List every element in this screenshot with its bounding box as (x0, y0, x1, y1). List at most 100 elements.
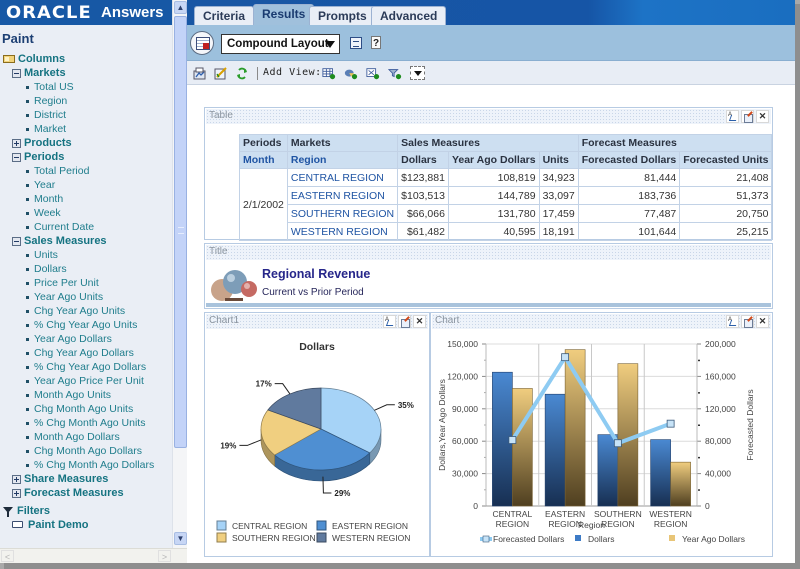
tree-column-item[interactable]: Week (0, 206, 172, 220)
tree-column-item[interactable]: Market (0, 122, 172, 136)
units-cell: 18,191 (538, 222, 579, 241)
scroll-thumb[interactable] (174, 16, 187, 448)
tree-column-item[interactable]: Chg Month Ago Units (0, 402, 172, 416)
tree-folder-item[interactable]: Sales Measures (0, 234, 172, 248)
tree-item-label: Week (34, 207, 61, 219)
tree-root-item[interactable]: Columns (0, 52, 172, 66)
legend-label: SOUTHERN REGION (232, 533, 316, 543)
tree-column-item[interactable]: Units (0, 248, 172, 262)
x-axis-title: Region (578, 520, 605, 530)
tree-folder-item[interactable]: Markets (0, 66, 172, 80)
tree-column-item[interactable]: Price Per Unit (0, 276, 172, 290)
tree-column-item[interactable]: Month Ago Dollars (0, 430, 172, 444)
product-name: Answers (101, 4, 164, 21)
table-row: 2/1/2002 CENTRAL REGION $123,881 108,819… (239, 168, 773, 241)
filters-header[interactable]: Filters (0, 504, 89, 518)
tree-column-item[interactable]: Month Ago Units (0, 388, 172, 402)
close-view-icon[interactable]: ✕ (413, 315, 426, 328)
close-view-icon[interactable]: ✕ (756, 315, 769, 328)
scroll-up-arrow-icon[interactable]: ▲ (174, 1, 187, 14)
y2-minor-tick (698, 359, 700, 362)
tree-column-item[interactable]: Year (0, 178, 172, 192)
edit-view-icon[interactable] (741, 110, 754, 123)
tree-column-item[interactable]: Chg Year Ago Units (0, 304, 172, 318)
layout-properties-icon[interactable] (350, 37, 362, 49)
tree-column-item[interactable]: % Chg Year Ago Units (0, 318, 172, 332)
tree-folder-item[interactable]: Periods (0, 150, 172, 164)
more-views-dropdown[interactable] (410, 66, 425, 80)
tab-advanced[interactable]: Advanced (371, 6, 447, 25)
expand-plus-icon[interactable] (12, 489, 21, 498)
tree-column-item[interactable]: Year Ago Price Per Unit (0, 374, 172, 388)
tree-column-item[interactable]: District (0, 108, 172, 122)
collapse-minus-icon[interactable] (12, 153, 21, 162)
add-table-view-icon[interactable] (322, 67, 336, 80)
y2-tick-label: 120,000 (705, 404, 736, 414)
close-view-icon[interactable]: ✕ (756, 110, 769, 123)
dollars-cell: $66,066 (397, 204, 449, 223)
add-view-label: Add View: (263, 67, 322, 78)
scroll-left-arrow-icon[interactable]: < (1, 550, 14, 562)
tree-column-item[interactable]: Total US (0, 80, 172, 94)
left-vertical-scrollbar[interactable]: ▲ ▼ (172, 0, 187, 548)
add-filter-view-icon[interactable] (388, 67, 402, 80)
compound-layout-icon[interactable] (190, 31, 214, 55)
format-view-icon[interactable] (383, 315, 396, 328)
help-icon[interactable]: ? (371, 36, 381, 49)
pie-chart-header: Chart1 ✕ (206, 314, 428, 329)
scroll-right-arrow-icon[interactable]: > (158, 550, 171, 562)
tree-column-item[interactable]: Dollars (0, 262, 172, 276)
tree-column-item[interactable]: Current Date (0, 220, 172, 234)
add-pivot-view-icon[interactable] (366, 67, 380, 80)
format-view-icon[interactable] (726, 315, 739, 328)
legend-swatch (316, 520, 327, 531)
header-forecast-measures: Forecast Measures (577, 134, 773, 152)
legend-swatch (216, 520, 227, 531)
tree-column-item[interactable]: Year Ago Dollars (0, 332, 172, 346)
table-row: WESTERN REGION $61,482 40,595 18,191 101… (240, 222, 773, 241)
add-chart-view-icon[interactable] (344, 67, 358, 80)
tab-criteria[interactable]: Criteria (194, 6, 255, 25)
bullet-icon (26, 324, 29, 327)
y2-tick-label: 0 (705, 501, 710, 511)
edit-view-icon[interactable] (741, 315, 754, 328)
bullet-icon (26, 450, 29, 453)
layout-select[interactable]: Compound Layout (221, 34, 340, 54)
tree-column-item[interactable]: Chg Year Ago Dollars (0, 346, 172, 360)
col-header: Year Ago Dollars (447, 151, 540, 169)
y2-tick-label: 40,000 (705, 469, 731, 479)
tree-column-item[interactable]: Total Period (0, 164, 172, 178)
left-horizontal-scrollbar[interactable]: < > (0, 548, 187, 563)
tree-folder-item[interactable]: Products (0, 136, 172, 150)
tree-column-item[interactable]: % Chg Month Ago Units (0, 416, 172, 430)
edit-view-icon[interactable] (398, 315, 411, 328)
tree-column-item[interactable]: Region (0, 94, 172, 108)
tree-folder-item[interactable]: Share Measures (0, 472, 172, 486)
pie-leader-line (374, 404, 395, 411)
tree-item-label: Total Period (34, 165, 90, 177)
format-view-icon[interactable] (726, 110, 739, 123)
tab-results[interactable]: Results (253, 4, 315, 25)
forecasted-units-cell: 51,373 (679, 186, 773, 205)
print-preview-icon[interactable] (193, 67, 207, 80)
tree-column-item[interactable]: % Chg Year Ago Dollars (0, 360, 172, 374)
expand-plus-icon[interactable] (12, 475, 21, 484)
expand-plus-icon[interactable] (12, 139, 21, 148)
tab-prompts[interactable]: Prompts (309, 6, 376, 25)
tree-column-item[interactable]: Chg Month Ago Dollars (0, 444, 172, 458)
bullet-icon (26, 198, 29, 201)
collapse-minus-icon[interactable] (12, 237, 21, 246)
bullet-icon (26, 254, 29, 257)
forecasted-dollars-cell: 77,487 (577, 204, 681, 223)
tree-item-label: Chg Month Ago Units (34, 403, 134, 415)
edit-layout-icon[interactable] (214, 67, 228, 80)
collapse-minus-icon[interactable] (12, 69, 21, 78)
refresh-icon[interactable] (235, 67, 249, 80)
oracle-answers-window: ORACLE Answers Paint Columns Markets Total… (0, 0, 795, 563)
scroll-down-arrow-icon[interactable]: ▼ (174, 532, 187, 545)
tree-column-item[interactable]: Month (0, 192, 172, 206)
tree-folder-item[interactable]: Forecast Measures (0, 486, 172, 500)
filter-item-paint-demo[interactable]: Paint Demo (0, 518, 89, 532)
tree-column-item[interactable]: % Chg Month Ago Dollars (0, 458, 172, 472)
tree-column-item[interactable]: Year Ago Units (0, 290, 172, 304)
